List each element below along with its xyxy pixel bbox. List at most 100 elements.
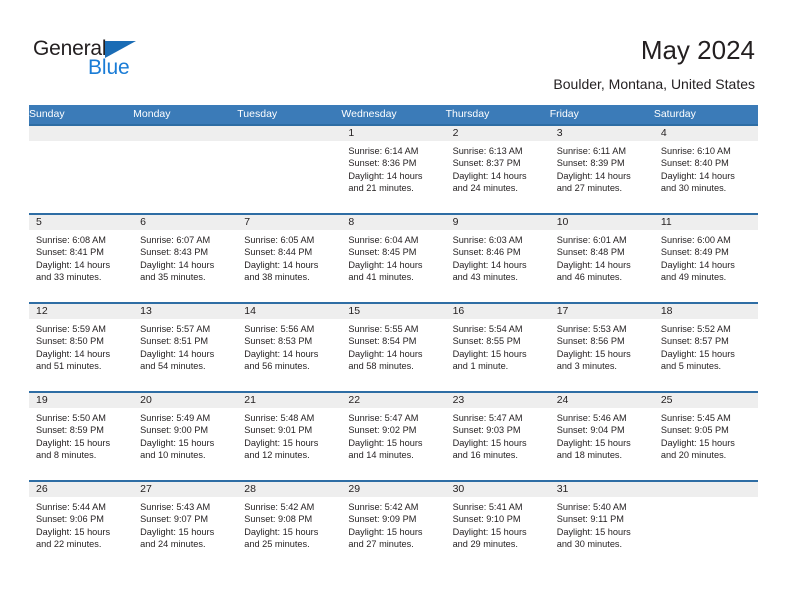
daylight-duration-line1: Daylight: 14 hours xyxy=(348,170,423,181)
logo-text-blue: Blue xyxy=(88,56,130,79)
calendar-day-cell[interactable]: 11 Sunrise: 6:00 AM Sunset: 8:49 PM Dayligh… xyxy=(653,213,758,303)
daylight-duration-line1: Daylight: 15 hours xyxy=(140,526,215,537)
calendar-day-cell[interactable]: 18 Sunrise: 5:52 AM Sunset: 8:57 PM Dayligh… xyxy=(653,302,758,392)
day-number: 22 xyxy=(341,393,446,408)
calendar-day-cell[interactable]: 28 Sunrise: 5:42 AM Sunset: 9:08 PM Dayligh… xyxy=(237,480,342,570)
daylight-duration-line2: and 27 minutes. xyxy=(556,182,623,193)
daylight-duration-line1: Daylight: 15 hours xyxy=(452,348,527,359)
calendar-day-cell-empty xyxy=(237,124,342,214)
daylight-duration-line2: and 24 minutes. xyxy=(452,182,518,193)
calendar-day-cell[interactable]: 10 Sunrise: 6:01 AM Sunset: 8:48 PM Dayligh… xyxy=(549,213,654,303)
day-number: 31 xyxy=(549,482,654,497)
calendar-day-cell[interactable]: 20 Sunrise: 5:49 AM Sunset: 9:00 PM Dayligh… xyxy=(133,391,238,481)
calendar-day-cell[interactable]: 15 Sunrise: 5:55 AM Sunset: 8:54 PM Dayligh… xyxy=(341,302,446,392)
calendar-day-cell[interactable]: 27 Sunrise: 5:43 AM Sunset: 9:07 PM Dayligh… xyxy=(133,480,238,570)
calendar-day-cell[interactable]: 13 Sunrise: 5:57 AM Sunset: 8:51 PM Dayligh… xyxy=(133,302,238,392)
daylight-duration-line1: Daylight: 15 hours xyxy=(452,437,527,448)
sunset-time: Sunset: 9:05 PM xyxy=(660,425,729,436)
sunset-time: Sunset: 8:53 PM xyxy=(244,336,313,347)
weekday-header-friday: Friday xyxy=(549,105,654,125)
calendar-day-cell[interactable]: 31 Sunrise: 5:40 AM Sunset: 9:11 PM Dayligh… xyxy=(549,480,654,570)
calendar-body: 1 Sunrise: 6:14 AM Sunset: 8:36 PM Daylight… xyxy=(29,124,758,570)
calendar-day-cell[interactable]: 5 Sunrise: 6:08 AM Sunset: 8:41 PM Daylight… xyxy=(29,213,134,303)
sunset-time: Sunset: 8:49 PM xyxy=(660,247,729,258)
sunset-time: Sunset: 8:37 PM xyxy=(452,158,521,169)
day-info: Sunrise: 5:41 AM Sunset: 9:10 PM Daylight:… xyxy=(446,497,550,550)
calendar-day-cell[interactable]: 23 Sunrise: 5:47 AM Sunset: 9:03 PM Dayligh… xyxy=(445,391,550,481)
calendar-day-cell[interactable]: 3 Sunrise: 6:11 AM Sunset: 8:39 PM Daylight… xyxy=(549,124,654,214)
day-info: Sunrise: 6:13 AM Sunset: 8:37 PM Daylight:… xyxy=(446,141,550,194)
day-number: 30 xyxy=(445,482,550,497)
sunrise-time: Sunrise: 6:00 AM xyxy=(660,235,731,245)
calendar-day-cell[interactable]: 21 Sunrise: 5:48 AM Sunset: 9:01 PM Dayligh… xyxy=(237,391,342,481)
day-info: Sunrise: 5:52 AM Sunset: 8:57 PM Daylight:… xyxy=(654,319,758,372)
day-number: 24 xyxy=(549,393,654,408)
daylight-duration-line2: and 54 minutes. xyxy=(140,360,206,371)
sunset-time: Sunset: 8:43 PM xyxy=(140,247,209,258)
daylight-duration-line1: Daylight: 14 hours xyxy=(452,170,527,181)
daylight-duration-line1: Daylight: 14 hours xyxy=(556,259,631,270)
sunrise-time: Sunrise: 5:42 AM xyxy=(348,502,419,512)
sunset-time: Sunset: 9:02 PM xyxy=(348,425,417,436)
daylight-duration-line2: and 27 minutes. xyxy=(348,538,414,549)
daylight-duration-line2: and 16 minutes. xyxy=(452,449,518,460)
sunrise-time: Sunrise: 5:54 AM xyxy=(452,324,523,334)
daylight-duration-line1: Daylight: 14 hours xyxy=(660,259,735,270)
sunrise-time: Sunrise: 6:05 AM xyxy=(244,235,315,245)
calendar-day-cell[interactable]: 29 Sunrise: 5:42 AM Sunset: 9:09 PM Dayligh… xyxy=(341,480,446,570)
calendar-day-cell[interactable]: 19 Sunrise: 5:50 AM Sunset: 8:59 PM Dayligh… xyxy=(29,391,134,481)
sunrise-time: Sunrise: 5:46 AM xyxy=(556,413,627,423)
day-info: Sunrise: 6:05 AM Sunset: 8:44 PM Daylight:… xyxy=(237,230,341,283)
calendar-day-cell[interactable]: 4 Sunrise: 6:10 AM Sunset: 8:40 PM Daylight… xyxy=(653,124,758,214)
day-number: 2 xyxy=(445,126,550,141)
sunrise-time: Sunrise: 5:41 AM xyxy=(452,502,523,512)
calendar-day-cell[interactable]: 17 Sunrise: 5:53 AM Sunset: 8:56 PM Dayligh… xyxy=(549,302,654,392)
calendar-day-cell[interactable]: 14 Sunrise: 5:56 AM Sunset: 8:53 PM Dayligh… xyxy=(237,302,342,392)
day-number: 6 xyxy=(133,215,238,230)
sunrise-time: Sunrise: 5:44 AM xyxy=(36,502,106,512)
calendar-day-cell[interactable]: 16 Sunrise: 5:54 AM Sunset: 8:55 PM Dayligh… xyxy=(445,302,550,392)
day-info: Sunrise: 5:45 AM Sunset: 9:05 PM Daylight:… xyxy=(654,408,758,461)
calendar-day-cell[interactable]: 30 Sunrise: 5:41 AM Sunset: 9:10 PM Dayligh… xyxy=(445,480,550,570)
calendar-day-cell[interactable]: 6 Sunrise: 6:07 AM Sunset: 8:43 PM Daylight… xyxy=(133,213,238,303)
day-number: 1 xyxy=(341,126,446,141)
calendar-day-cell[interactable]: 12 Sunrise: 5:59 AM Sunset: 8:50 PM Dayligh… xyxy=(29,302,134,392)
sunset-time: Sunset: 8:36 PM xyxy=(348,158,417,169)
calendar-day-cell[interactable]: 24 Sunrise: 5:46 AM Sunset: 9:04 PM Dayligh… xyxy=(549,391,654,481)
day-number: 27 xyxy=(133,482,238,497)
calendar-day-cell[interactable]: 25 Sunrise: 5:45 AM Sunset: 9:05 PM Dayligh… xyxy=(653,391,758,481)
daylight-duration-line1: Daylight: 14 hours xyxy=(244,259,319,270)
day-number: 15 xyxy=(341,304,446,319)
sunrise-time: Sunrise: 5:53 AM xyxy=(556,324,627,334)
day-number: 14 xyxy=(237,304,342,319)
day-info: Sunrise: 5:53 AM Sunset: 8:56 PM Daylight:… xyxy=(550,319,654,372)
daylight-duration-line2: and 21 minutes. xyxy=(348,182,414,193)
day-number: 9 xyxy=(445,215,550,230)
sunrise-sunset-calendar-table: Sunday Monday Tuesday Wednesday Thursday… xyxy=(29,105,758,570)
sunrise-time: Sunrise: 5:50 AM xyxy=(36,413,106,423)
day-info: Sunrise: 5:42 AM Sunset: 9:08 PM Daylight:… xyxy=(237,497,341,550)
calendar-day-cell[interactable]: 1 Sunrise: 6:14 AM Sunset: 8:36 PM Daylight… xyxy=(341,124,446,214)
day-info: Sunrise: 5:48 AM Sunset: 9:01 PM Daylight:… xyxy=(237,408,341,461)
daylight-duration-line2: and 5 minutes. xyxy=(660,360,722,371)
calendar-day-cell[interactable]: 7 Sunrise: 6:05 AM Sunset: 8:44 PM Daylight… xyxy=(237,213,342,303)
day-number: 25 xyxy=(653,393,758,408)
calendar-page: General Blue May 2024 Boulder, Montana, … xyxy=(0,0,792,612)
sunrise-time: Sunrise: 5:49 AM xyxy=(140,413,211,423)
daylight-duration-line1: Daylight: 15 hours xyxy=(348,526,423,537)
calendar-day-cell[interactable]: 9 Sunrise: 6:03 AM Sunset: 8:46 PM Daylight… xyxy=(445,213,550,303)
sunrise-time: Sunrise: 6:10 AM xyxy=(660,146,731,156)
calendar-day-cell[interactable]: 26 Sunrise: 5:44 AM Sunset: 9:06 PM Dayligh… xyxy=(29,480,134,570)
daylight-duration-line2: and 18 minutes. xyxy=(556,449,623,460)
day-number: 3 xyxy=(549,126,654,141)
calendar-day-cell[interactable]: 22 Sunrise: 5:47 AM Sunset: 9:02 PM Dayligh… xyxy=(341,391,446,481)
weekday-header-wednesday: Wednesday xyxy=(341,105,446,125)
calendar-day-cell[interactable]: 8 Sunrise: 6:04 AM Sunset: 8:45 PM Daylight… xyxy=(341,213,446,303)
daylight-duration-line2: and 20 minutes. xyxy=(660,449,727,460)
day-info: Sunrise: 5:50 AM Sunset: 8:59 PM Daylight:… xyxy=(29,408,133,461)
daylight-duration-line2: and 8 minutes. xyxy=(36,449,97,460)
day-info: Sunrise: 6:04 AM Sunset: 8:45 PM Daylight:… xyxy=(341,230,445,283)
calendar-day-cell[interactable]: 2 Sunrise: 6:13 AM Sunset: 8:37 PM Daylight… xyxy=(445,124,550,214)
sunset-time: Sunset: 8:48 PM xyxy=(556,247,625,258)
page-subtitle-location: Boulder, Montana, United States xyxy=(553,76,755,92)
